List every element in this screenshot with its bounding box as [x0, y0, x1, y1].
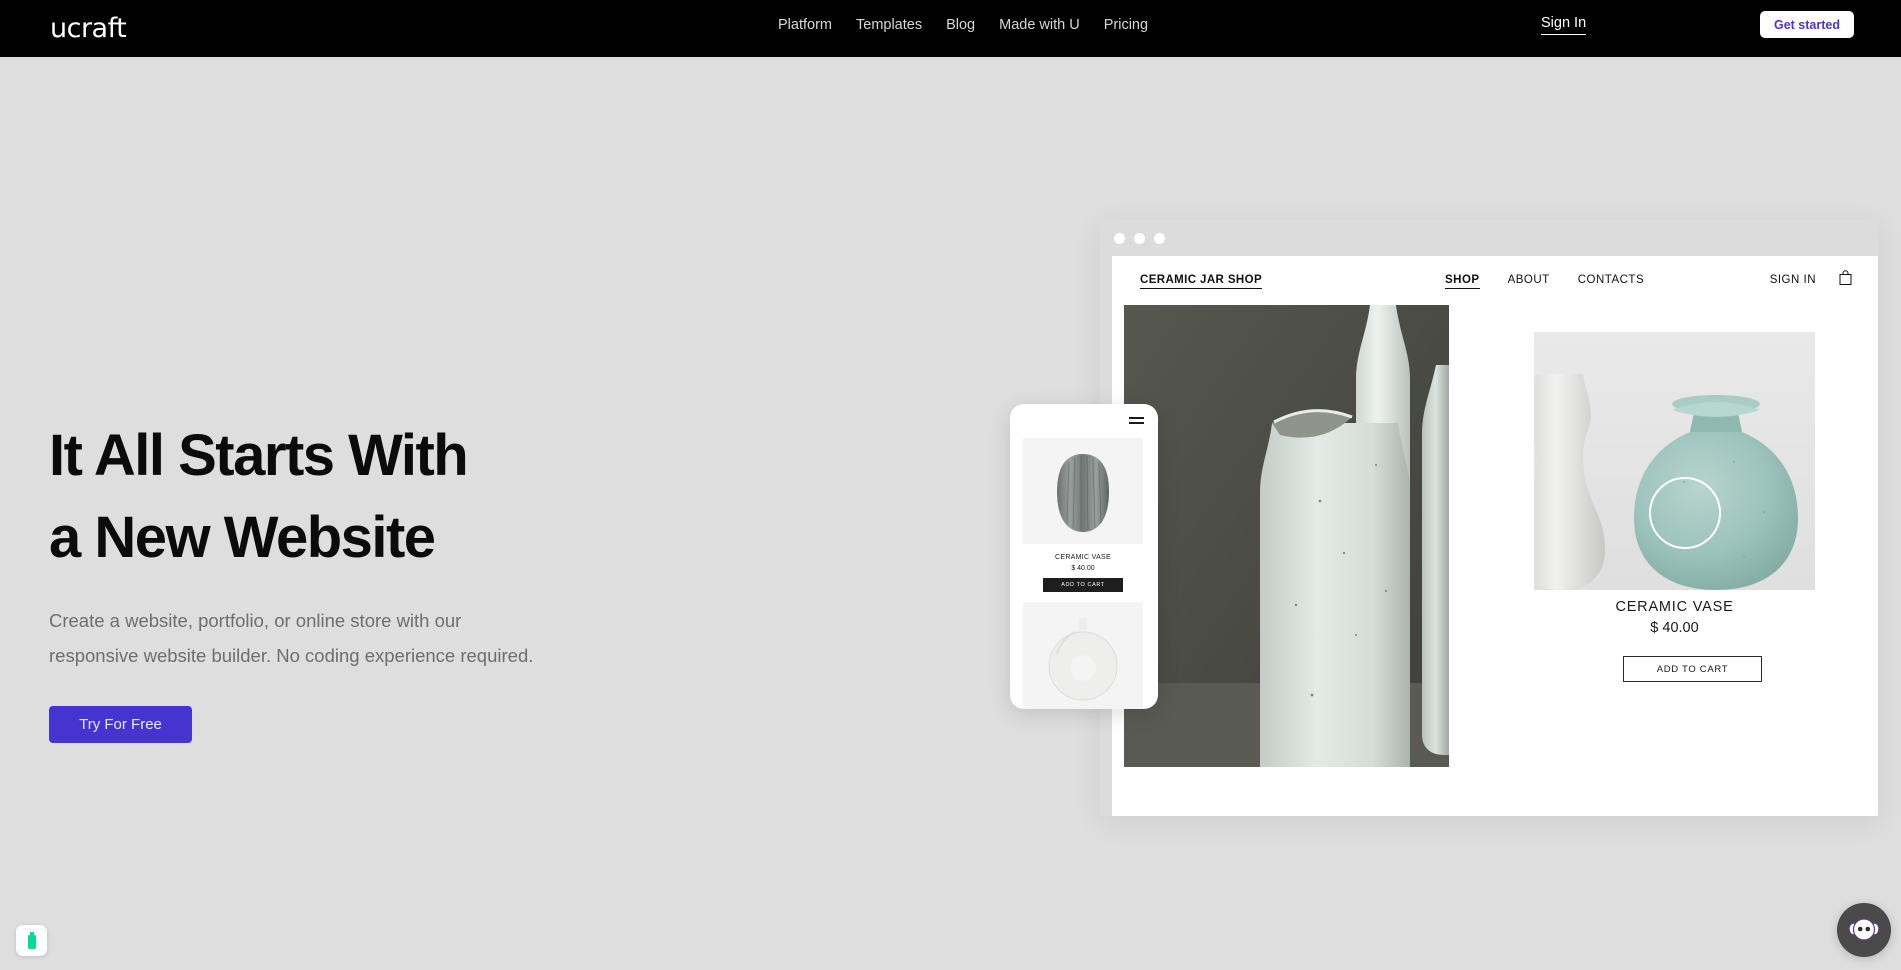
- product-card-image: [1534, 332, 1815, 590]
- mobile-product-title: CERAMIC VASE: [1055, 554, 1111, 561]
- shop-header: CERAMIC JAR SHOP SHOP ABOUT CONTACTS SIG…: [1112, 256, 1878, 305]
- ucraft-logo[interactable]: ucraft: [50, 13, 127, 44]
- hero-content: It All Starts With a New Website Create …: [49, 415, 533, 743]
- browser-dot-close-icon: [1114, 232, 1125, 244]
- shopping-bag-icon[interactable]: [1839, 270, 1852, 290]
- shop-nav-item-shop[interactable]: SHOP: [1445, 274, 1480, 289]
- shop-nav-item-contacts[interactable]: CONTACTS: [1578, 274, 1644, 289]
- chat-monkey-icon: [1848, 918, 1880, 941]
- top-navigation-bar: ucraft Platform Templates Blog Made with…: [0, 0, 1901, 57]
- hamburger-menu-icon[interactable]: [1129, 417, 1144, 426]
- hero-subtext: Create a website, portfolio, or online s…: [49, 610, 534, 666]
- shop-nav: SHOP ABOUT CONTACTS: [1445, 274, 1644, 289]
- product-hero-photo: [1124, 305, 1449, 767]
- mobile-add-to-cart-button[interactable]: ADD TO CART: [1043, 578, 1123, 592]
- main-nav: Platform Templates Blog Made with U Pric…: [778, 17, 1148, 33]
- browser-dot-maximize-icon: [1154, 232, 1165, 244]
- chat-widget-button[interactable]: [1837, 903, 1891, 957]
- nav-item-templates[interactable]: Templates: [856, 17, 922, 33]
- product-price: $ 40.00: [1650, 620, 1699, 636]
- mobile-product-photo-2: [1023, 602, 1143, 709]
- browser-dot-minimize-icon: [1134, 232, 1145, 244]
- browser-mockup: CERAMIC JAR SHOP SHOP ABOUT CONTACTS SIG…: [1100, 220, 1878, 816]
- mobile-product-photo-1: [1023, 438, 1143, 544]
- nav-item-platform[interactable]: Platform: [778, 17, 832, 33]
- get-started-button[interactable]: Get started: [1760, 11, 1854, 38]
- product-title: CERAMIC VASE: [1615, 599, 1734, 615]
- mobile-mockup: CERAMIC VASE $ 40.00 ADD TO CART: [1010, 404, 1158, 709]
- nav-item-pricing[interactable]: Pricing: [1104, 17, 1148, 33]
- shop-nav-item-about[interactable]: ABOUT: [1508, 274, 1550, 289]
- sign-in-link[interactable]: Sign In: [1541, 15, 1587, 35]
- page-title: It All Starts With a New Website: [49, 423, 469, 570]
- shop-sign-in-link[interactable]: SIGN IN: [1770, 274, 1816, 286]
- mobile-product-price: $ 40.00: [1071, 565, 1095, 572]
- accessibility-badge-icon: [27, 932, 36, 949]
- browser-viewport: CERAMIC JAR SHOP SHOP ABOUT CONTACTS SIG…: [1112, 256, 1878, 816]
- shop-brand-logo[interactable]: CERAMIC JAR SHOP: [1140, 274, 1263, 289]
- nav-item-blog[interactable]: Blog: [946, 17, 975, 33]
- try-for-free-button[interactable]: Try For Free: [49, 706, 192, 743]
- add-to-cart-button[interactable]: ADD TO CART: [1623, 656, 1762, 682]
- accessibility-badge-button[interactable]: [16, 925, 47, 956]
- cursor-ring-indicator: [1649, 477, 1721, 549]
- browser-chrome-bar: [1100, 220, 1878, 256]
- nav-item-made-with-u[interactable]: Made with U: [999, 17, 1080, 33]
